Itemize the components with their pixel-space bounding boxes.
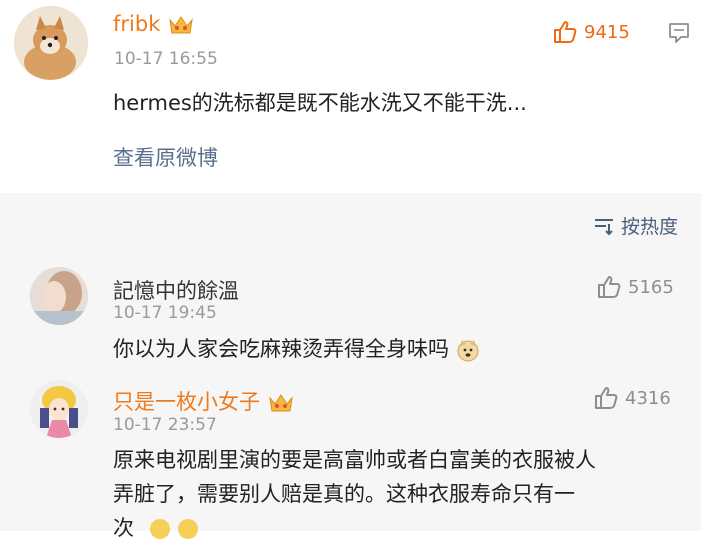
post-username[interactable]: fribk <box>113 12 195 37</box>
comment-text-line: 原来电视剧里演的要是高富帅或者白富美的衣服被人 <box>113 448 596 472</box>
vip-crown-icon <box>169 16 193 34</box>
post-content: hermes的洗标都是既不能水洗又不能干洗... <box>113 91 527 115</box>
thumbs-up-icon <box>554 21 577 43</box>
post-like-button[interactable]: 9415 <box>552 19 630 45</box>
thumbs-up-icon <box>595 387 618 409</box>
comment-username[interactable]: 記憶中的餘溫 <box>113 275 239 305</box>
post-username-text[interactable]: fribk <box>113 12 160 36</box>
comment-like-button[interactable]: 4316 <box>593 385 671 411</box>
post-like-count: 9415 <box>584 21 630 43</box>
comment-avatar[interactable] <box>30 380 88 438</box>
post-time: 10-17 16:55 <box>114 49 218 69</box>
cartoon-girl-avatar-icon <box>30 380 88 438</box>
comment-username[interactable]: 只是一枚小女子 <box>113 386 295 416</box>
comments-section: 按热度 記憶中的餘溫 10-17 19:45 5165 你以为人家会吃麻辣烫弄得… <box>0 193 701 540</box>
shiba-dog-avatar-icon <box>14 6 88 80</box>
avatar[interactable] <box>14 6 88 80</box>
comment-like-count: 4316 <box>625 387 671 409</box>
comment-avatar[interactable] <box>30 267 88 325</box>
emoji-icon <box>178 519 199 539</box>
comment-text: 原来电视剧里演的要是高富帅或者白富美的衣服被人 弄脏了，需要别人赔是真的。这种衣… <box>113 443 693 545</box>
comment-text-tail: 次 <box>113 516 134 540</box>
comment-like-button[interactable]: 5165 <box>596 274 674 300</box>
comment-icon[interactable] <box>667 21 691 45</box>
comment-username-text[interactable]: 只是一枚小女子 <box>113 390 260 414</box>
comment-text-line-partial: 次 <box>113 511 693 545</box>
thumbs-up-icon <box>598 276 621 298</box>
comment-time: 10-17 23:57 <box>113 415 217 435</box>
sort-label: 按热度 <box>621 216 679 238</box>
comment-time: 10-17 19:45 <box>113 303 217 323</box>
comment-text-line: 弄脏了，需要别人赔是真的。这种衣服寿命只有一 <box>113 482 575 506</box>
vip-crown-icon <box>268 394 293 412</box>
comment-text: 你以为人家会吃麻辣烫弄得全身味吗 <box>113 332 480 366</box>
sort-icon <box>595 218 613 235</box>
view-original-link[interactable]: 查看原微博 <box>113 142 218 172</box>
doge-emoji-icon <box>457 340 479 362</box>
emoji-icon <box>149 519 170 539</box>
user-photo-avatar-icon <box>30 267 88 325</box>
main-post: fribk 10-17 16:55 9415 hermes的洗标都是既不能水洗又… <box>0 0 701 193</box>
comment-text-content: 你以为人家会吃麻辣烫弄得全身味吗 <box>113 337 449 361</box>
sort-by-hot-button[interactable]: 按热度 <box>593 212 678 239</box>
comment-like-count: 5165 <box>628 276 674 298</box>
